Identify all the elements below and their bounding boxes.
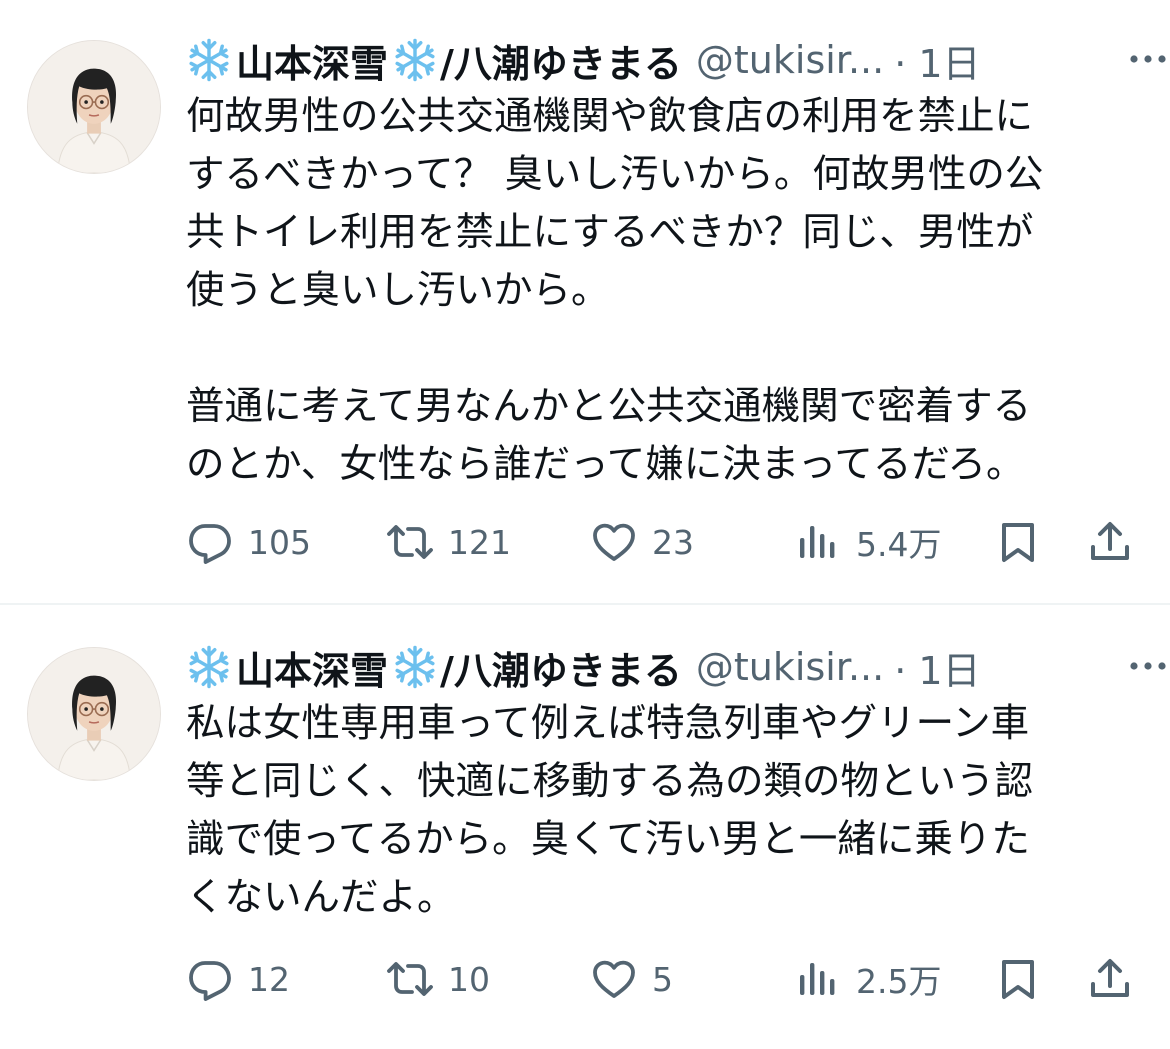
- share-icon: [1086, 518, 1134, 566]
- tweet-actions: 105 121 23 5.4万: [186, 512, 1136, 572]
- views-count: 5.4万: [856, 525, 942, 564]
- reply-count: 105: [248, 522, 311, 562]
- repost-count: 10: [448, 959, 490, 999]
- avatar[interactable]: [27, 40, 161, 174]
- repost-button[interactable]: 121: [386, 512, 511, 572]
- views-button[interactable]: 2.5万: [794, 949, 941, 1009]
- like-count: 5: [652, 959, 673, 999]
- bookmark-button[interactable]: [994, 949, 1042, 1009]
- tweet-text: 何故男性の公共交通機関や飲食店の利用を禁止に するべきかって？ 臭いし汚いから。…: [186, 94, 1044, 487]
- post-time[interactable]: · 1日: [894, 640, 980, 695]
- tweet[interactable]: 山本深雪 /八潮ゆきまる @tukisir... · 1日 何故男性の公共交通機…: [0, 0, 1170, 605]
- repost-icon: [386, 955, 434, 1003]
- snowflake-icon: [392, 644, 438, 690]
- heart-icon: [590, 518, 638, 566]
- share-button[interactable]: [1086, 512, 1134, 572]
- reply-button[interactable]: 105: [186, 512, 311, 572]
- share-button[interactable]: [1086, 949, 1134, 1009]
- bookmark-icon: [994, 518, 1042, 566]
- like-button[interactable]: 23: [590, 512, 694, 572]
- avatar-image: [28, 41, 160, 173]
- tweet-text: 私は女性専用車って例えば特急列車やグリーン車 等と同じく、快適に移動する為の類の…: [186, 701, 1034, 920]
- like-button[interactable]: 5: [590, 949, 673, 1009]
- more-dots-icon[interactable]: [1126, 44, 1170, 74]
- display-name-suffix[interactable]: /八潮ゆきまる: [440, 640, 682, 695]
- heart-icon: [590, 955, 638, 1003]
- reply-icon: [186, 955, 234, 1003]
- display-name[interactable]: 山本深雪: [236, 33, 388, 88]
- repost-button[interactable]: 10: [386, 949, 490, 1009]
- bookmark-icon: [994, 955, 1042, 1003]
- user-handle[interactable]: @tukisir...: [696, 645, 884, 689]
- snowflake-icon: [186, 37, 232, 83]
- views-count: 2.5万: [856, 962, 942, 1001]
- bookmark-button[interactable]: [994, 512, 1042, 572]
- snowflake-icon: [186, 644, 232, 690]
- display-name[interactable]: 山本深雪: [236, 640, 388, 695]
- tweet-actions: 12 10 5 2.5万: [186, 949, 1136, 1009]
- tweet-header: 山本深雪 /八潮ゆきまる @tukisir... · 1日: [186, 637, 1136, 697]
- repost-icon: [386, 518, 434, 566]
- snowflake-icon: [392, 37, 438, 83]
- reply-count: 12: [248, 959, 290, 999]
- post-time[interactable]: · 1日: [894, 33, 980, 88]
- avatar-image: [28, 648, 160, 780]
- views-button[interactable]: 5.4万: [794, 512, 941, 572]
- display-name-suffix[interactable]: /八潮ゆきまる: [440, 33, 682, 88]
- share-icon: [1086, 955, 1134, 1003]
- views-icon: [794, 955, 842, 1003]
- user-handle[interactable]: @tukisir...: [696, 38, 884, 82]
- reply-icon: [186, 518, 234, 566]
- views-icon: [794, 518, 842, 566]
- tweet[interactable]: 山本深雪 /八潮ゆきまる @tukisir... · 1日 私は女性専用車って例…: [0, 605, 1170, 1049]
- more-dots-icon[interactable]: [1126, 651, 1170, 681]
- avatar[interactable]: [27, 647, 161, 781]
- tweet-header: 山本深雪 /八潮ゆきまる @tukisir... · 1日: [186, 30, 1136, 90]
- like-count: 23: [652, 522, 694, 562]
- reply-button[interactable]: 12: [186, 949, 290, 1009]
- repost-count: 121: [448, 522, 511, 562]
